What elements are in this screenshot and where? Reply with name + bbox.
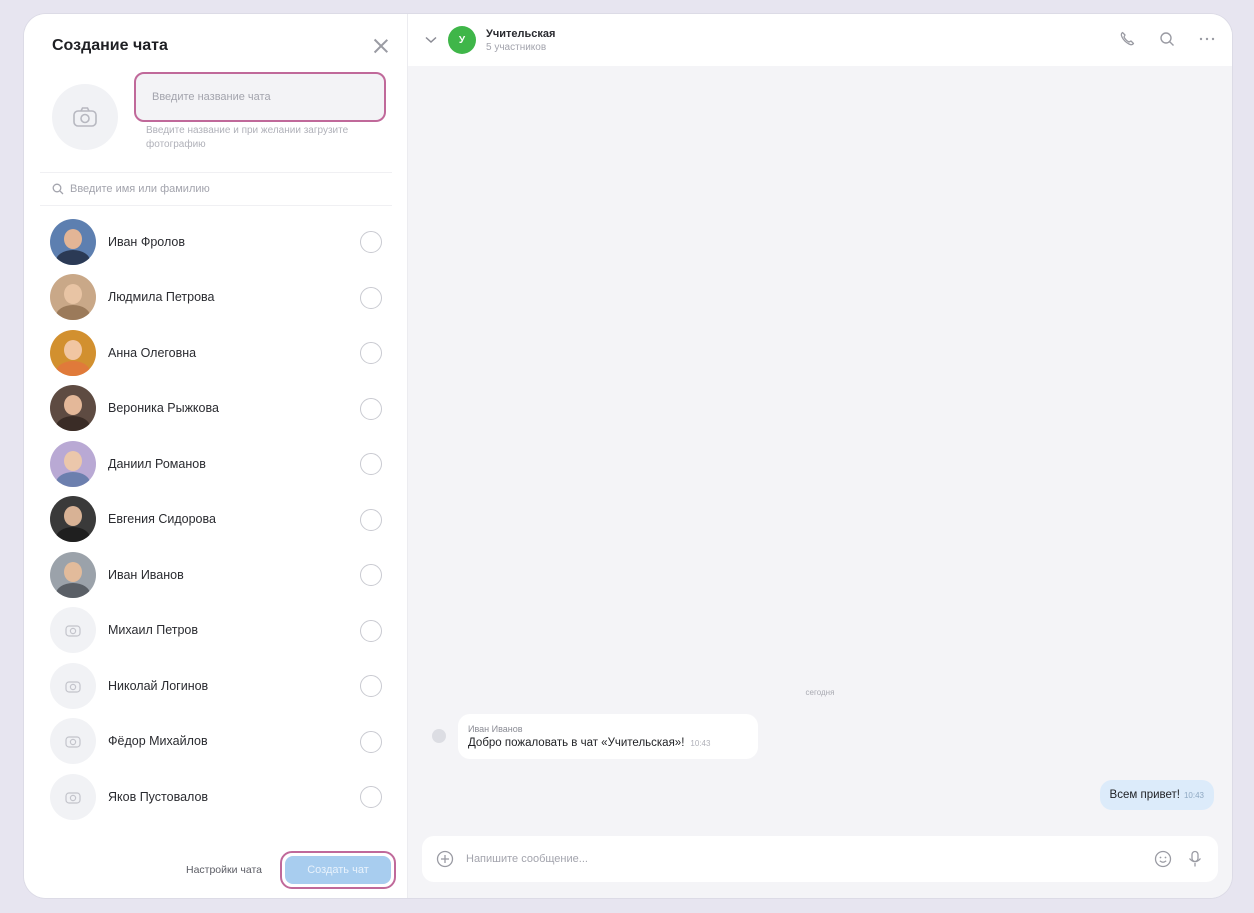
contact-name: Фёдор Михайлов bbox=[108, 734, 208, 749]
more-icon[interactable] bbox=[1196, 28, 1218, 50]
contact-row[interactable]: Иван Фролов bbox=[24, 214, 408, 270]
attach-icon[interactable] bbox=[434, 848, 456, 870]
outgoing-bubble[interactable]: Всем привет! 10:43 bbox=[1099, 780, 1214, 810]
chat-view: У Учительская 5 участников сегодня Иван … bbox=[408, 14, 1232, 898]
contact-checkbox[interactable] bbox=[360, 397, 382, 420]
contact-row[interactable]: Людмила Петрова bbox=[24, 270, 408, 326]
contact-search bbox=[40, 172, 392, 206]
avatar bbox=[50, 496, 96, 543]
contact-name: Николай Логинов bbox=[108, 678, 209, 693]
message-text-line: Добро пожаловать в чат «Учительская»! 10:… bbox=[468, 737, 746, 749]
contact-row[interactable]: Иван Иванов bbox=[24, 547, 408, 603]
chat-avatar[interactable]: У bbox=[448, 26, 476, 54]
create-chat-header: Создание чата bbox=[52, 34, 392, 58]
contact-row[interactable]: Даниил Романов bbox=[24, 436, 408, 492]
contact-row[interactable]: Яков Пустовалов bbox=[24, 769, 408, 825]
contact-row[interactable]: Фёдор Михайлов bbox=[24, 714, 408, 770]
close-icon[interactable] bbox=[370, 35, 392, 57]
contact-name: Яков Пустовалов bbox=[108, 789, 209, 804]
create-chat-panel: Создание чата Введите название и при жел… bbox=[24, 14, 408, 898]
chat-header: У Учительская 5 участников bbox=[408, 14, 1232, 66]
panel-title: Создание чата bbox=[52, 37, 168, 54]
chat-name-hint: Введите название и при желании загрузите… bbox=[146, 125, 349, 150]
message-text: Добро пожаловать в чат «Учительская»! bbox=[468, 737, 685, 749]
contact-name: Михаил Петров bbox=[108, 623, 198, 638]
incoming-message: Иван Иванов Добро пожаловать в чат «Учит… bbox=[432, 714, 758, 759]
message-text: Всем привет! bbox=[1109, 789, 1180, 801]
chat-name-field-highlight bbox=[134, 72, 386, 122]
camera-icon bbox=[73, 107, 97, 127]
contact-name: Иван Иванов bbox=[108, 567, 184, 582]
incoming-bubble[interactable]: Иван Иванов Добро пожаловать в чат «Учит… bbox=[458, 714, 758, 759]
contact-checkbox[interactable] bbox=[360, 508, 382, 531]
contact-list: Иван Фролов Людмила Петрова Анна Олеговна В… bbox=[24, 214, 408, 825]
search-icon bbox=[52, 183, 64, 195]
avatar bbox=[50, 329, 96, 376]
contact-name: Вероника Рыжкова bbox=[108, 401, 219, 416]
message-input[interactable] bbox=[466, 853, 1152, 865]
contact-name: Людмила Петрова bbox=[108, 290, 215, 305]
message-time: 10:43 bbox=[1183, 791, 1204, 800]
emoji-icon[interactable] bbox=[1152, 848, 1174, 870]
contact-name: Даниил Романов bbox=[108, 456, 206, 471]
camera-icon bbox=[50, 773, 96, 820]
camera-icon bbox=[50, 662, 96, 709]
contact-row[interactable]: Николай Логинов bbox=[24, 658, 408, 714]
chat-header-actions bbox=[1116, 28, 1218, 50]
contact-checkbox[interactable] bbox=[360, 231, 382, 253]
contact-row[interactable]: Евгения Сидорова bbox=[24, 492, 408, 548]
chevron-down-icon[interactable] bbox=[422, 31, 440, 49]
contact-checkbox[interactable] bbox=[360, 342, 382, 364]
chat-settings-link[interactable]: Настройки чата bbox=[186, 864, 262, 876]
contact-checkbox[interactable] bbox=[360, 730, 382, 753]
contact-name: Иван Фролов bbox=[108, 234, 185, 249]
contact-row[interactable]: Анна Олеговна bbox=[24, 325, 408, 381]
contact-checkbox[interactable] bbox=[360, 286, 382, 309]
contact-search-input[interactable] bbox=[70, 183, 370, 195]
camera-icon bbox=[50, 718, 96, 765]
create-button-highlight: Создать чат bbox=[280, 851, 396, 889]
phone-icon[interactable] bbox=[1116, 28, 1138, 50]
contact-checkbox[interactable] bbox=[360, 675, 382, 697]
contact-checkbox[interactable] bbox=[360, 564, 382, 586]
contact-checkbox[interactable] bbox=[360, 619, 382, 642]
search-icon[interactable] bbox=[1156, 28, 1178, 50]
create-chat-footer: Настройки чата Создать чат bbox=[24, 842, 408, 898]
avatar bbox=[50, 551, 96, 598]
message-composer bbox=[422, 836, 1218, 882]
avatar bbox=[50, 218, 96, 265]
chat-titles[interactable]: Учительская 5 участников bbox=[486, 28, 555, 53]
message-author: Иван Иванов bbox=[468, 724, 523, 734]
chat-title: Учительская bbox=[486, 27, 556, 40]
avatar[interactable] bbox=[432, 729, 446, 743]
contact-row[interactable]: Вероника Рыжкова bbox=[24, 381, 408, 437]
contact-name: Евгения Сидорова bbox=[108, 512, 216, 527]
chat-photo-upload[interactable] bbox=[52, 84, 118, 150]
microphone-icon[interactable] bbox=[1184, 848, 1206, 870]
message-time: 10:43 bbox=[690, 739, 711, 748]
date-separator: сегодня bbox=[805, 688, 835, 697]
contact-checkbox[interactable] bbox=[360, 786, 382, 808]
contact-checkbox[interactable] bbox=[360, 453, 382, 475]
avatar bbox=[50, 274, 96, 321]
chat-name-input[interactable] bbox=[152, 91, 368, 103]
avatar bbox=[50, 385, 96, 432]
contact-name: Анна Олеговна bbox=[108, 345, 197, 360]
avatar bbox=[50, 440, 96, 487]
create-chat-button[interactable]: Создать чат bbox=[285, 856, 391, 884]
chat-member-count: 5 участников bbox=[486, 41, 547, 53]
camera-icon bbox=[50, 607, 96, 654]
app-window: Создание чата Введите название и при жел… bbox=[24, 14, 1232, 898]
contact-row[interactable]: Михаил Петров bbox=[24, 603, 408, 659]
